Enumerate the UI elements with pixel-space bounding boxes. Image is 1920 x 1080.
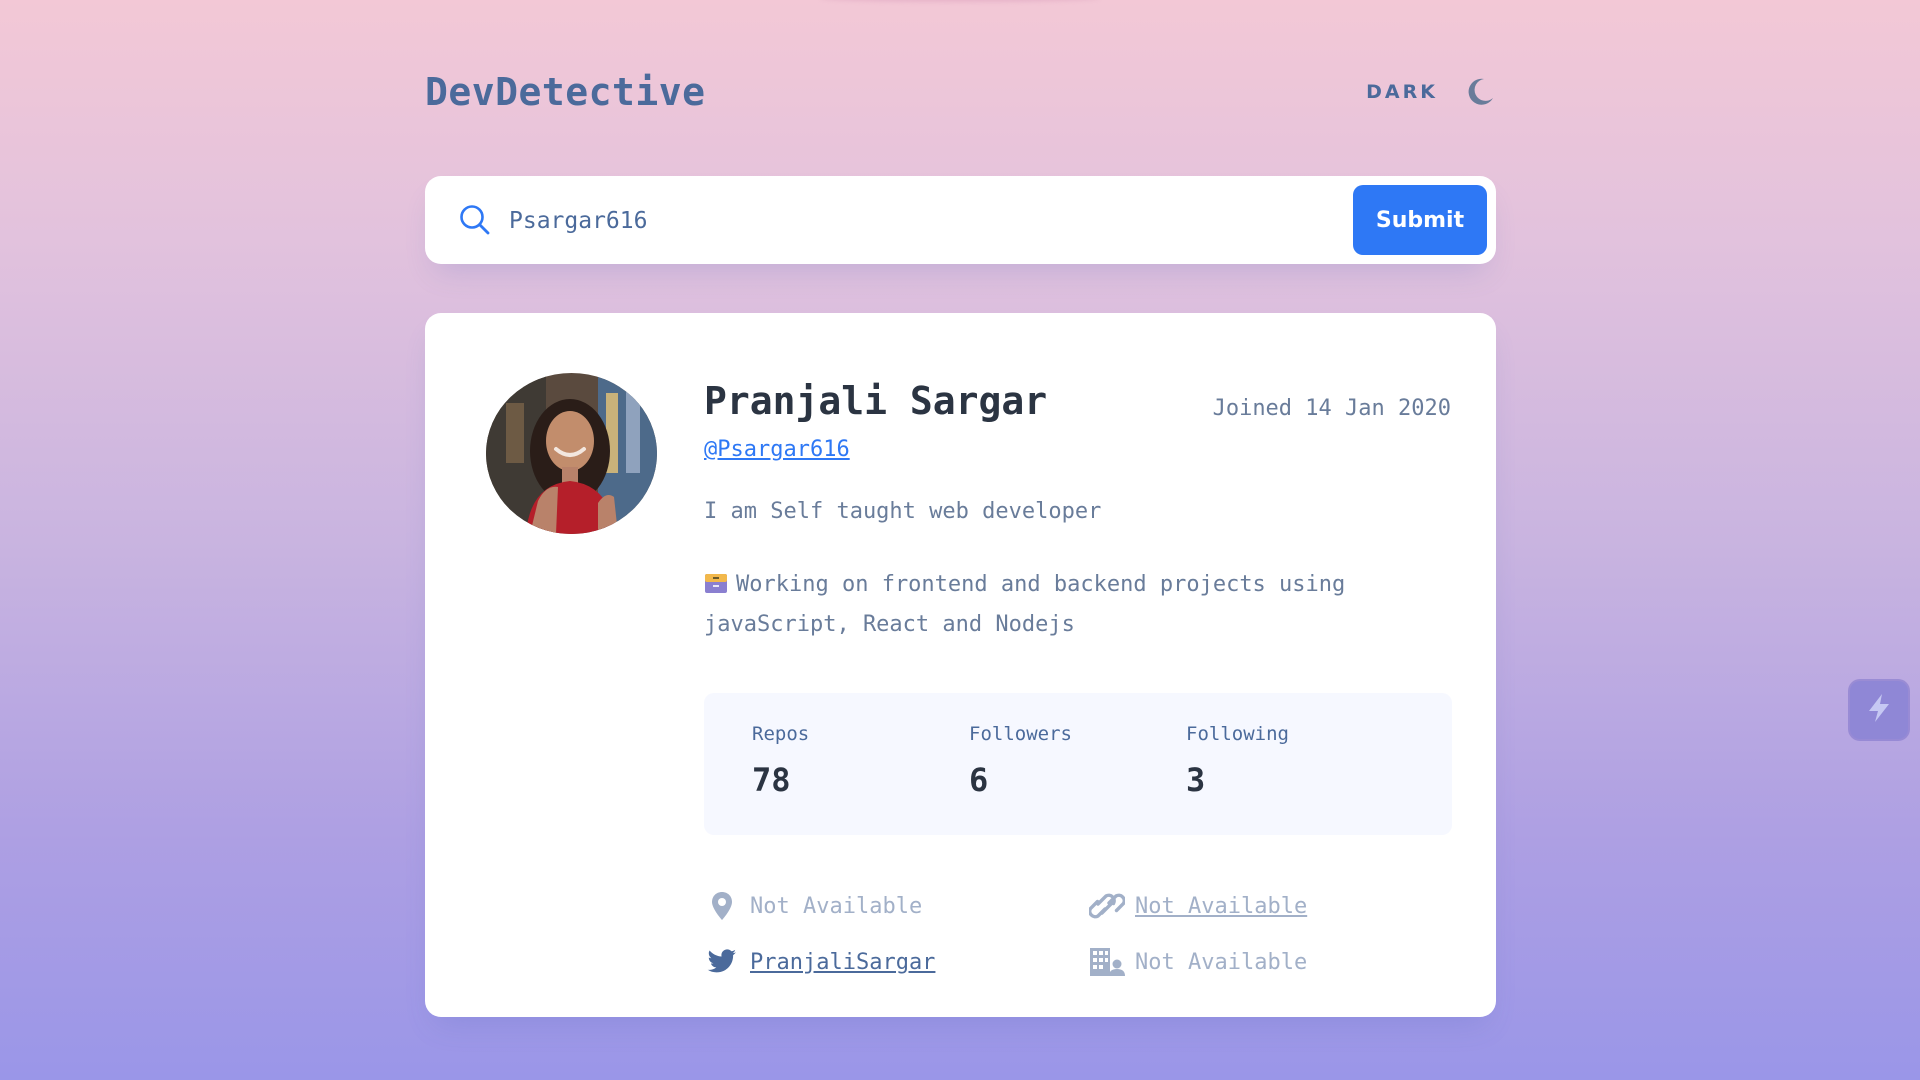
stat-label: Followers bbox=[969, 723, 1072, 745]
stat-label: Repos bbox=[752, 723, 810, 745]
company-text: Not Available bbox=[1135, 949, 1308, 975]
twitter-link[interactable]: PranjaliSargar bbox=[750, 950, 935, 975]
location-item: Not Available bbox=[704, 891, 922, 921]
profile-name: Pranjali Sargar bbox=[704, 379, 1048, 423]
stat-value: 6 bbox=[969, 761, 989, 799]
twitter-icon bbox=[704, 947, 740, 977]
stat-repos: Repos 78 bbox=[752, 723, 809, 799]
stat-value: 78 bbox=[752, 761, 791, 799]
bio-line-2: Working on frontend and backend projects… bbox=[704, 566, 1424, 643]
side-widget-button[interactable] bbox=[1850, 681, 1908, 739]
search-bar: Submit bbox=[425, 176, 1496, 264]
stat-value: 3 bbox=[1186, 761, 1206, 799]
header: DevDetective DARK bbox=[425, 68, 1496, 118]
stats-panel: Repos 78 Followers 6 Following 3 bbox=[704, 693, 1452, 835]
profile-username-link[interactable]: @Psargar616 bbox=[704, 437, 850, 462]
location-text: Not Available bbox=[750, 893, 923, 919]
app-title: DevDetective bbox=[425, 70, 706, 114]
stat-label: Following bbox=[1186, 723, 1289, 745]
search-icon bbox=[459, 204, 491, 236]
stat-following: Following 3 bbox=[1186, 723, 1289, 799]
search-input[interactable] bbox=[507, 198, 1291, 244]
company-item: Not Available bbox=[1089, 947, 1307, 977]
top-glow-decoration bbox=[820, 0, 1100, 2]
theme-toggle-label: DARK bbox=[1366, 81, 1438, 103]
website-item: Not Available bbox=[1089, 891, 1307, 921]
bio-line-1: I am Self taught web developer bbox=[704, 499, 1102, 524]
bio-text-2: Working on frontend and backend projects… bbox=[704, 572, 1346, 637]
twitter-item: PranjaliSargar bbox=[704, 947, 935, 977]
profile-card: Pranjali Sargar Joined 14 Jan 2020 @Psar… bbox=[425, 313, 1496, 1017]
bolt-icon bbox=[1862, 691, 1896, 729]
avatar bbox=[486, 373, 657, 534]
submit-button[interactable]: Submit bbox=[1353, 185, 1487, 255]
joined-date: Joined 14 Jan 2020 bbox=[1212, 396, 1451, 421]
theme-toggle-button[interactable]: DARK bbox=[1366, 72, 1496, 112]
file-cabinet-icon bbox=[704, 569, 728, 606]
website-link[interactable]: Not Available bbox=[1135, 894, 1307, 919]
link-icon bbox=[1089, 891, 1125, 921]
stat-followers: Followers 6 bbox=[969, 723, 1072, 799]
company-icon bbox=[1089, 947, 1125, 977]
location-pin-icon bbox=[704, 891, 740, 921]
moon-icon bbox=[1464, 76, 1496, 108]
